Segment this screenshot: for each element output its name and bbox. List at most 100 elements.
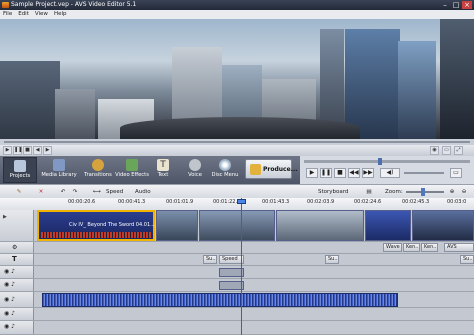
audio-clip[interactable] — [42, 293, 398, 307]
tool-label: Projects — [9, 173, 31, 179]
ruler-tick: 00:01:01.9 — [166, 199, 194, 205]
ruler-tick: 00:02:24.6 — [354, 199, 382, 205]
ruler-tick: 00:00:20.6 — [68, 199, 96, 205]
audio-button[interactable]: Audio — [135, 187, 151, 197]
effect-chip[interactable]: Ken... — [403, 243, 420, 252]
zoom-out-icon[interactable]: ⊖ — [459, 187, 469, 197]
produce-label: Produce... — [263, 166, 298, 173]
pause-icon[interactable]: ❚❚ — [320, 168, 332, 178]
video-track: ▶ Civ IV_ Beyond The Sword 04.01... — [0, 210, 474, 242]
window-title: Sample Project.vep - AVS Video Editor 5.… — [11, 1, 137, 8]
zoom-in-icon[interactable]: ⊕ — [447, 187, 457, 197]
edit-icon[interactable]: ✎ — [14, 187, 24, 197]
position-slider-thumb[interactable] — [378, 158, 382, 165]
zoom-slider-thumb[interactable] — [421, 188, 425, 196]
tool-disc-menu[interactable]: Disc Menu — [210, 157, 240, 183]
track-header: ◉ ♪ — [0, 266, 34, 278]
menu-edit[interactable]: Edit — [15, 10, 32, 19]
speed-label: Speed — [106, 189, 124, 195]
tool-label: Video Effects — [115, 172, 149, 178]
next-frame-icon[interactable]: ▶ — [43, 146, 52, 155]
play-icon[interactable]: ▶ — [3, 146, 12, 155]
storyboard-button[interactable]: Storyboard — [318, 187, 348, 197]
stop-icon[interactable]: ■ — [334, 168, 346, 178]
video-clip-selected[interactable]: Civ IV_ Beyond The Sword 04.01... — [37, 210, 155, 241]
maximize-icon[interactable]: □ — [451, 1, 461, 9]
minimize-icon[interactable]: – — [440, 1, 450, 9]
video-clip[interactable] — [156, 210, 198, 241]
position-slider[interactable] — [304, 160, 470, 163]
menu-file[interactable]: File — [0, 10, 15, 19]
app-icon — [2, 2, 9, 8]
text-icon: T — [157, 159, 169, 171]
rewind-icon[interactable]: ◀◀ — [348, 168, 360, 178]
clip-audio-wave — [41, 232, 151, 238]
storyboard-label: Storyboard — [318, 189, 349, 195]
tool-transitions[interactable]: Transitions — [82, 157, 114, 183]
tool-voice[interactable]: Voice — [183, 157, 207, 183]
menu-bar: File Edit View Help — [0, 10, 474, 19]
undock-icon[interactable]: ▭ — [442, 146, 451, 155]
play-icon[interactable]: ▶ — [306, 168, 318, 178]
menu-help[interactable]: Help — [51, 10, 70, 19]
track-header: ◉ ♪ — [0, 308, 34, 320]
produce-button[interactable]: Produce... — [245, 159, 298, 179]
track-header: ◉ ♪ — [0, 321, 34, 334]
video-clip[interactable] — [365, 210, 411, 241]
volume-icon[interactable]: ◀) — [380, 168, 400, 178]
delete-icon[interactable]: ✕ — [36, 187, 46, 197]
video-clip[interactable] — [412, 210, 474, 241]
timeline-toolbar: ✎ ✕ ↶ ↷ ⟷ Speed Audio Storyboard ▤ Zoom:… — [0, 184, 474, 198]
tool-label: Disc Menu — [211, 172, 239, 178]
pause-icon[interactable]: ❚❚ — [13, 146, 22, 155]
transitions-icon — [92, 159, 104, 171]
fullscreen-icon[interactable]: ▭ — [450, 168, 462, 178]
ruler-tick: 00:02:03.9 — [307, 199, 335, 205]
text-track: T Su... Speed & ... Su... Su... — [0, 254, 474, 266]
text-chip[interactable]: Su... — [203, 255, 217, 264]
effect-chip[interactable]: Wave — [383, 243, 402, 252]
fullscreen-icon[interactable]: ⤢ — [454, 146, 463, 155]
split-icon[interactable]: ⟷ — [92, 187, 102, 197]
speed-button[interactable]: Speed — [106, 187, 123, 197]
app-window: Sample Project.vep - AVS Video Editor 5.… — [0, 0, 474, 335]
preview-frame — [0, 19, 474, 139]
tool-label: Transitions — [84, 172, 112, 178]
ruler-tick: 00:00:41.3 — [118, 199, 146, 205]
redo-icon[interactable]: ↷ — [70, 187, 80, 197]
effect-chip[interactable]: Ken... — [421, 243, 438, 252]
video-clip[interactable] — [199, 210, 275, 241]
transport-panel: ▶ ❚❚ ■ ◀◀ ▶▶ ◀) ▭ — [300, 156, 474, 184]
prev-frame-icon[interactable]: ◀ — [33, 146, 42, 155]
tool-media-library[interactable]: Media Library — [41, 157, 77, 183]
menu-view[interactable]: View — [32, 10, 51, 19]
close-icon[interactable]: × — [462, 1, 472, 9]
effects-track: ⚙ Wave Ken... Ken... AVS Vide... — [0, 242, 474, 254]
tool-projects[interactable]: Projects — [3, 157, 37, 183]
text-chip[interactable]: Su... — [460, 255, 474, 264]
projects-icon — [14, 160, 26, 172]
text-chip[interactable]: Su... — [325, 255, 339, 264]
ruler-tick: 00:02:45.3 — [402, 199, 430, 205]
tool-text[interactable]: T Text — [151, 157, 175, 183]
volume-slider[interactable] — [404, 172, 444, 174]
playhead[interactable] — [241, 198, 242, 335]
tool-video-effects[interactable]: Video Effects — [115, 157, 149, 183]
video-clip[interactable] — [276, 210, 364, 241]
view-mode-icon[interactable]: ▤ — [362, 187, 376, 197]
track-header: ⚙ — [0, 242, 34, 253]
effect-chip[interactable]: AVS Vide... — [444, 243, 474, 252]
voice-track: ◉ ♪ — [0, 308, 474, 321]
overlay-track: ◉ ♪ — [0, 266, 474, 279]
audio-label: Audio — [135, 189, 151, 195]
zoom-slider[interactable] — [406, 191, 444, 193]
preview-controls: ▶ ❚❚ ■ ◀ ▶ ◉ ▭ ⤢ — [0, 145, 474, 156]
video-preview[interactable] — [0, 19, 474, 139]
undo-icon[interactable]: ↶ — [58, 187, 68, 197]
produce-icon — [250, 164, 261, 175]
stop-icon[interactable]: ■ — [23, 146, 32, 155]
screenshot-icon[interactable]: ◉ — [430, 146, 439, 155]
overlay-track: ◉ ♪ — [0, 279, 474, 292]
forward-icon[interactable]: ▶▶ — [362, 168, 374, 178]
playhead-handle[interactable] — [237, 199, 246, 204]
